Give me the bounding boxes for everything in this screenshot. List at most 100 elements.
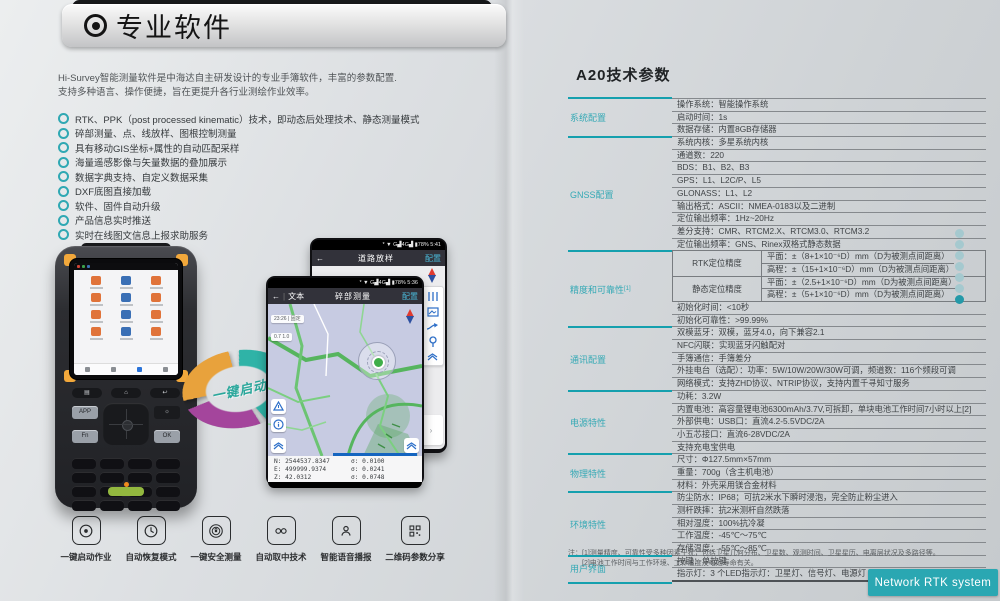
spec-row: 测杆跌摔：抗2米测杆自然跌落	[672, 505, 986, 518]
number-key	[100, 472, 124, 483]
bottom-feature-label: 自动恢复模式	[125, 551, 176, 563]
feature-list: RTK、PPK（post processed kinematic）技术，即动态后…	[58, 113, 498, 244]
chevron-up-icon[interactable]	[427, 353, 438, 361]
tool-panel	[421, 286, 444, 366]
spec-row: 系统内核：多星系统内核	[672, 137, 986, 150]
app-icon	[84, 276, 108, 289]
spec-row: 高程：±（15+1×10⁻⁶D）mm（D为被测点间距离）	[762, 263, 954, 276]
device-tab-bar	[74, 363, 178, 375]
page-fold	[494, 0, 524, 601]
spec-section-name: 电源特性	[568, 391, 672, 454]
spec-row: 重量：700g（含主机电池）	[672, 467, 986, 480]
pager-dot	[955, 262, 964, 271]
spec-row: 防尘防水：IP68；可抗2米水下瞬时浸泡，完全防止粉尘进入	[672, 492, 986, 505]
pager-dot	[955, 295, 964, 304]
text-tool-button[interactable]: 文本	[288, 291, 304, 302]
info-icon[interactable]	[271, 417, 286, 432]
numeric-keypad	[72, 458, 180, 511]
feature-item: DXF底图直接加载	[58, 186, 498, 197]
spec-row: GPS：L1、L2C/P、L5	[672, 175, 986, 188]
app-icon	[114, 293, 138, 306]
light-key: ☼	[154, 406, 180, 419]
bottom-feature: 智能语音播报	[318, 516, 374, 563]
feature-item: 产品信息实时推送	[58, 215, 498, 226]
one-key-start-icon	[72, 516, 101, 545]
spec-section-name: GNSS配置	[568, 137, 672, 251]
pager-dot	[955, 284, 964, 293]
spec-row: 双模蓝牙：双模，蓝牙4.0，向下兼容2.1	[672, 327, 986, 340]
arrow-icon[interactable]	[426, 322, 439, 331]
spec-rows: 双模蓝牙：双模，蓝牙4.0，向下兼容2.1NFC闪联：实现蓝牙闪触配对手簿通信：…	[672, 327, 986, 390]
spec-subvalues: 平面：±（8+1×10⁻⁶D）mm（D为被测点间距离）高程：±（15+1×10⁻…	[762, 251, 954, 275]
chevron-up-icon[interactable]	[271, 438, 286, 453]
auto-centering-icon	[267, 516, 296, 545]
intro-paragraph: Hi-Survey智能测量软件是中海达自主研发设计的专业手簿软件，丰富的参数配置…	[58, 72, 488, 100]
feature-item: 具有移动GIS坐标+属性的自动匹配采样	[58, 142, 498, 153]
spec-section: GNSS配置系统内核：多星系统内核通道数：220BDS：B1、B2、B3GPS：…	[568, 137, 986, 251]
bullet-icon	[58, 113, 69, 124]
number-key	[156, 500, 180, 511]
feature-text: RTK、PPK（post processed kinematic）技术，即动态后…	[75, 112, 420, 126]
coord-e: E: 499999.9374	[274, 466, 345, 474]
spec-row: 通道数：220	[672, 150, 986, 163]
back-arrow-icon[interactable]: ←	[316, 254, 324, 263]
spec-row: 内置电池：高容量锂电池6300mAh/3.7V,可拆卸，单块电池工作时间7小时以…	[672, 404, 986, 417]
spec-section: 系统配置操作系统：智能操作系统启动时间：1s数据存储：内置8GB存储器	[568, 98, 986, 137]
spec-row: 平面：±（8+1×10⁻⁶D）mm（D为被测点间距离）	[762, 251, 954, 263]
feature-text: 实时在线图文信息上报求助服务	[75, 228, 208, 242]
marker-icon[interactable]	[428, 336, 438, 348]
spec-section: 电源特性功耗：3.2W内置电池：高容量锂电池6300mAh/3.7V,可拆卸，单…	[568, 391, 986, 454]
spec-sublabel: 静态定位精度	[673, 277, 762, 301]
draw-tool-icon[interactable]	[271, 399, 286, 414]
spec-row: 工作温度：-45℃～75℃	[672, 530, 986, 543]
spec-rows: 防尘防水：IP68；可抗2米水下瞬时浸泡，完全防止粉尘进入测杆跌摔：抗2米测杆自…	[672, 492, 986, 555]
app-icon	[144, 327, 168, 340]
device-status-bar	[74, 263, 178, 270]
config-button[interactable]: 配置	[402, 291, 418, 302]
spec-row: 启动时间：1s	[672, 112, 986, 125]
intro-line: 支持多种语言、操作便捷，旨在更提升各行业测绘作业效率。	[58, 86, 488, 100]
bullseye-icon	[84, 14, 107, 37]
map-view[interactable]: 23:26 | 固定 0.7 1.0	[268, 304, 422, 456]
number-key	[100, 458, 124, 469]
note-label: 注：	[568, 549, 582, 559]
device-app-grid	[74, 270, 178, 340]
compass-icon[interactable]	[428, 268, 437, 283]
spec-row: BDS：B1、B2、B3	[672, 162, 986, 175]
spec-row: 支持充电宝供电	[672, 442, 986, 455]
map-hud: 23:26 | 固定 0.7 1.0	[271, 307, 304, 343]
app-icon	[114, 310, 138, 323]
menu-key: ▤	[72, 388, 102, 398]
pager-dot	[955, 229, 964, 238]
sigma-1: σ: 0.0100	[351, 458, 422, 466]
back-arrow-icon[interactable]: ←	[272, 292, 280, 301]
home-key: ⌂	[111, 388, 141, 398]
compass-icon[interactable]	[406, 309, 415, 324]
spec-row: 操作系统：智能操作系统	[672, 99, 986, 112]
spec-row: 外挂电台（选配）：功率：5W/10W/20W/30W可调，频道数：116个频段可…	[672, 365, 986, 378]
feature-text: 具有移动GIS坐标+属性的自动匹配采样	[75, 141, 239, 155]
chevron-up-icon[interactable]	[404, 438, 419, 453]
app-key: APP	[72, 406, 98, 419]
direction-pad	[103, 403, 149, 445]
sigma-3: σ: 0.0748	[351, 474, 422, 482]
config-button[interactable]: 配置	[425, 253, 441, 264]
progress-bar	[333, 453, 418, 456]
spec-row: 定位输出频率：1Hz~20Hz	[672, 213, 986, 226]
safe-measure-icon	[202, 516, 231, 545]
pager-dot	[955, 251, 964, 260]
spec-section: 物理特性尺寸：Φ127.5mm×57mm重量：700g（含主机电池）材料：外壳采…	[568, 454, 986, 492]
feature-text: DXF底图直接加载	[75, 184, 151, 198]
spec-rows: RTK定位精度平面：±（8+1×10⁻⁶D）mm（D为被测点间距离）高程：±（1…	[672, 251, 986, 327]
note-line: [1]测量精度、可靠性受多种因素干扰，包括卫星几何分布、卫星数、观测时间、卫星星…	[582, 549, 940, 559]
spec-row: 尺寸：Φ127.5mm×57mm	[672, 454, 986, 467]
image-icon[interactable]	[427, 307, 439, 317]
pager-dot	[955, 240, 964, 249]
bottom-feature-label: 一键安全测量	[190, 551, 241, 563]
spec-row: 手簿通信：手簿差分	[672, 353, 986, 366]
number-key	[100, 500, 124, 511]
power-key	[108, 487, 144, 496]
road-lanes-icon[interactable]	[427, 291, 439, 302]
bottom-feature-label: 二维码参数分享	[385, 551, 445, 563]
map-tools	[271, 399, 286, 432]
